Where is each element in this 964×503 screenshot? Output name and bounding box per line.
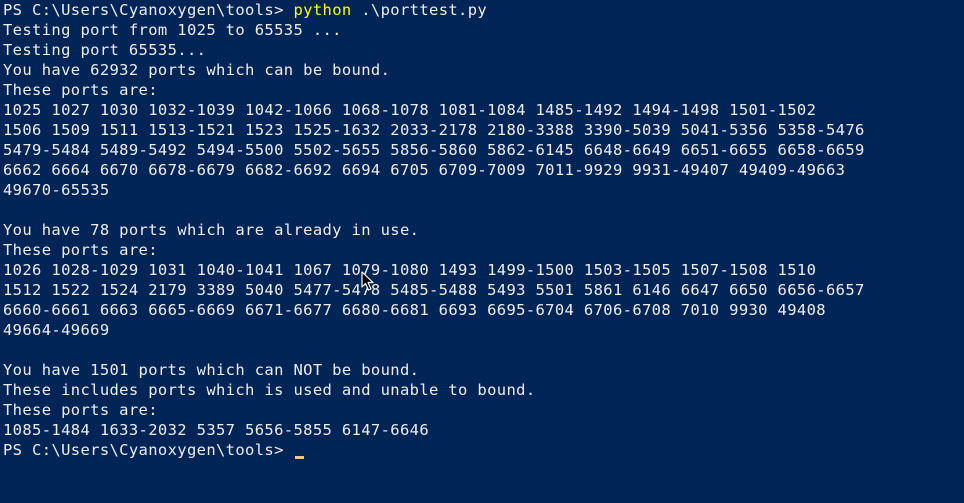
- output-line: 1506 1509 1511 1513-1521 1523 1525-1632 …: [3, 121, 865, 139]
- text-cursor[interactable]: [295, 456, 305, 459]
- arrow-pointer-icon: [361, 271, 374, 291]
- output-line: 49670-65535: [3, 181, 110, 199]
- output-line: 1512 1522 1524 2179 3389 5040 5477-5478 …: [3, 281, 865, 299]
- output-line: These includes ports which is used and u…: [3, 381, 536, 399]
- output-line: 49664-49669: [3, 321, 110, 339]
- output-line: You have 62932 ports which can be bound.: [3, 61, 391, 79]
- output-line: These ports are:: [3, 241, 158, 259]
- output-line: 5479-5484 5489-5492 5494-5500 5502-5655 …: [3, 141, 865, 159]
- output-line: 6662 6664 6670 6678-6679 6682-6692 6694 …: [3, 161, 846, 179]
- output-line: 1026 1028-1029 1031 1040-1041 1067 1079-…: [3, 261, 817, 279]
- command-line: PS C:\Users\Cyanoxygen\tools> python .\p…: [3, 0, 964, 20]
- output-line: These ports are:: [3, 81, 158, 99]
- command-args: .\porttest.py: [351, 1, 488, 19]
- input-line[interactable]: PS C:\Users\Cyanoxygen\tools>: [3, 440, 964, 460]
- prompt-text: PS C:\Users\Cyanoxygen\tools>: [3, 1, 294, 19]
- output-line: Testing port 65535...: [3, 41, 207, 59]
- powershell-terminal[interactable]: PS C:\Users\Cyanoxygen\tools> python .\p…: [0, 0, 964, 503]
- output-line: You have 1501 ports which can NOT be bou…: [3, 361, 420, 379]
- output-line: Testing port from 1025 to 65535 ...: [3, 21, 342, 39]
- output-line: 6660-6661 6663 6665-6669 6671-6677 6680-…: [3, 301, 826, 319]
- output-line: You have 78 ports which are already in u…: [3, 221, 420, 239]
- output-line: 1025 1027 1030 1032-1039 1042-1066 1068-…: [3, 101, 817, 119]
- output-line: These ports are:: [3, 401, 158, 419]
- command-text: python: [293, 1, 352, 19]
- final-prompt-text: PS C:\Users\Cyanoxygen\tools>: [3, 441, 294, 459]
- output-line: 1085-1484 1633-2032 5357 5656-5855 6147-…: [3, 421, 429, 439]
